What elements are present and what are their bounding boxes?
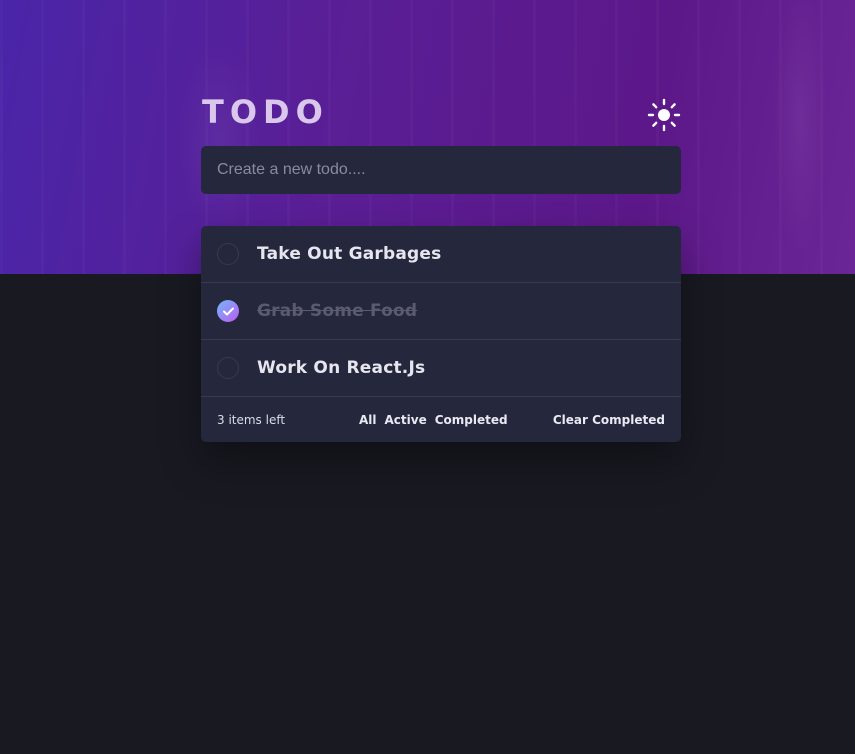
filter-group: All Active Completed [359,413,508,427]
todo-footer: 3 items left All Active Completed Clear … [201,397,681,442]
theme-toggle-button[interactable] [647,98,681,132]
todo-item: Grab Some Food [201,283,681,340]
todo-item: Take Out Garbages [201,226,681,283]
todo-checkbox[interactable] [217,243,239,265]
clear-completed-button[interactable]: Clear Completed [553,413,665,427]
todo-text[interactable]: Take Out Garbages [257,244,441,264]
todo-item: Work On React.Js [201,340,681,397]
filter-active[interactable]: Active [385,413,427,427]
checkmark-icon [222,307,234,315]
sun-icon [647,98,681,132]
todo-text[interactable]: Work On React.Js [257,358,425,378]
todo-checkbox[interactable] [217,357,239,379]
todo-list: Take Out Garbages Grab Some Food Work On… [201,226,681,442]
items-left-count: 3 items left [217,412,286,427]
todo-text[interactable]: Grab Some Food [257,301,417,321]
app-header: TODO [201,93,681,132]
filter-all[interactable]: All [359,413,377,427]
app-title: TODO [202,93,329,131]
new-todo-input[interactable] [201,146,681,194]
todo-checkbox-checked[interactable] [217,300,239,322]
filter-completed[interactable]: Completed [435,413,508,427]
todo-app: TODO Take Out Garbages [201,93,681,442]
